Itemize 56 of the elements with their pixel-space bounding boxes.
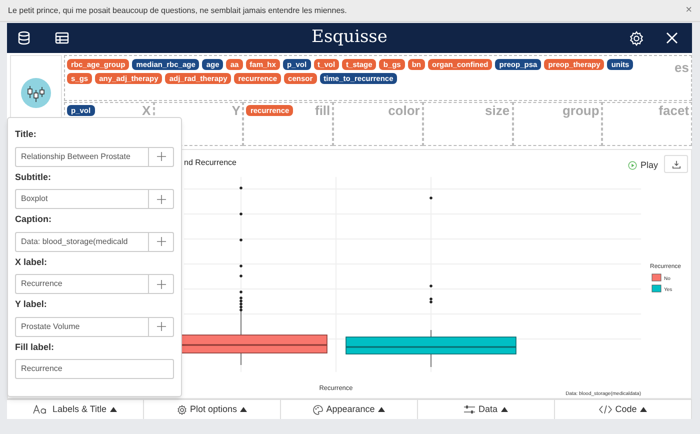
plus-icon (156, 194, 166, 204)
drop-zone-label: X (142, 102, 151, 120)
notification-text: Le petit prince, qui me posait beaucoup de questions, ne semblait jamais entendre les miennes. (8, 4, 347, 16)
drop-zone[interactable]: size (422, 102, 513, 146)
add-button[interactable] (149, 146, 174, 166)
variables-label: es (674, 59, 689, 77)
app-title: Esquisse (312, 26, 388, 50)
field-label: Caption: (15, 213, 52, 226)
gear-icon (176, 404, 187, 414)
drop-zone-label: size (485, 102, 510, 120)
add-button[interactable] (149, 189, 174, 209)
text-field[interactable]: Prostate Volume (15, 316, 149, 336)
caret-up-icon (500, 407, 508, 412)
close-icon[interactable] (666, 32, 678, 44)
field-label: Title: (15, 128, 38, 141)
boxplot-geom-icon[interactable] (21, 78, 51, 108)
caret-up-icon (110, 407, 117, 412)
download-icon (672, 160, 680, 168)
drop-zone-label: Y (232, 102, 240, 120)
database-icon[interactable] (17, 31, 31, 45)
caret-up-icon (240, 407, 248, 412)
sliders-icon (464, 405, 476, 414)
caret-up-icon (378, 407, 385, 412)
add-button[interactable] (149, 232, 174, 252)
text-field[interactable]: Recurrence (15, 359, 174, 379)
drop-zone-label: group (562, 102, 600, 120)
text-field[interactable]: Recurrence (15, 274, 149, 294)
add-button[interactable] (149, 274, 174, 294)
text-field[interactable]: Relationship Between Prostate (15, 146, 149, 166)
table-icon[interactable] (55, 32, 69, 44)
drop-zone[interactable]: color (333, 102, 423, 146)
download-button[interactable] (664, 155, 688, 173)
field-label: Y label: (15, 298, 48, 311)
field-label: Fill label: (15, 340, 56, 354)
drop-zone[interactable]: group (512, 102, 602, 146)
drop-zone-label: facet (658, 102, 690, 120)
play-label[interactable]: Play (640, 159, 658, 172)
add-button[interactable] (149, 316, 174, 336)
field-label: X label: (15, 256, 48, 268)
drop-zone-label: fill (314, 102, 330, 120)
plot-title: nd Recurrence (184, 158, 236, 167)
plus-icon (156, 280, 166, 288)
plus-icon (156, 152, 166, 161)
close-button[interactable]: × (686, 5, 692, 16)
play-icon[interactable] (628, 161, 638, 170)
plus-icon (156, 322, 166, 331)
caret-up-icon (640, 407, 647, 412)
text-field[interactable]: Data: blood_storage(medicald (15, 232, 149, 252)
code-icon (599, 405, 612, 414)
palette-icon (313, 404, 324, 414)
text-field[interactable]: Boxplot (15, 189, 149, 209)
drop-zone[interactable]: facet (602, 102, 692, 146)
field-label: Subtitle: (15, 170, 52, 184)
plus-icon (156, 237, 166, 246)
settings-icon[interactable] (629, 30, 644, 46)
drop-zone-label: color (388, 102, 420, 120)
